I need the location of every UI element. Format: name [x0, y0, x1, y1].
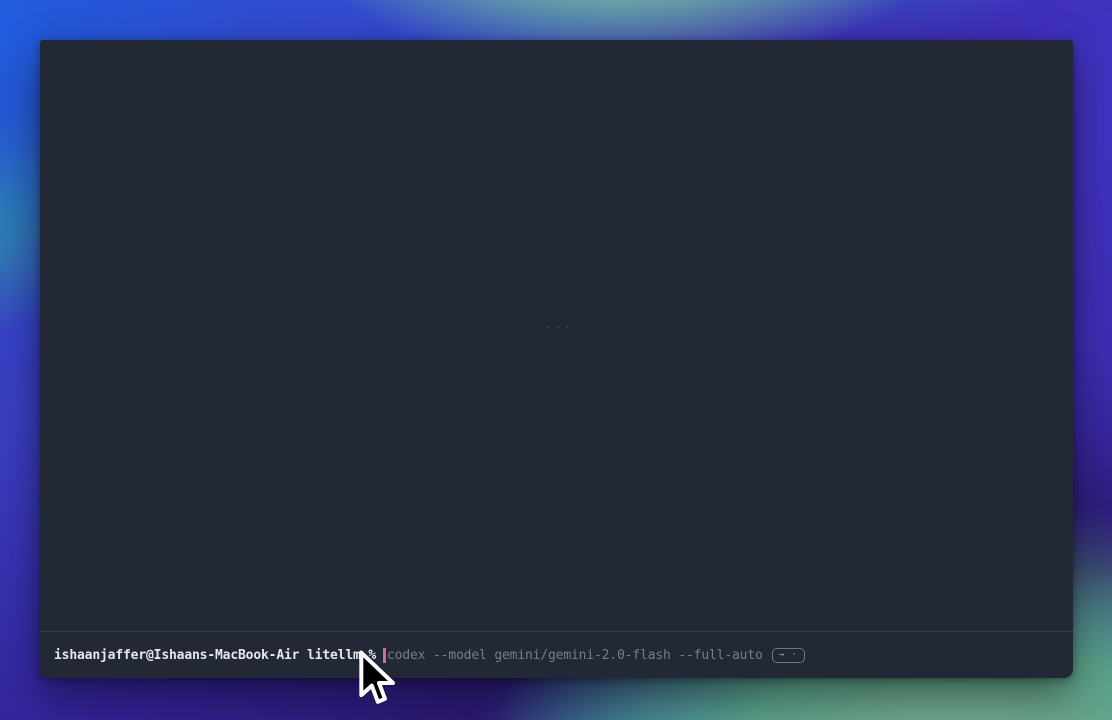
loading-indicator: ··· — [545, 321, 574, 334]
terminal-window[interactable]: ··· ishaanjaffer@Ishaans-MacBook-Air lit… — [40, 40, 1073, 678]
prompt-prefix: ishaanjaffer@Ishaans-MacBook-Air litellm… — [54, 648, 376, 663]
text-cursor — [383, 648, 386, 663]
accept-suggestion-hint-badge: → · — [772, 648, 805, 663]
command-autosuggestion: codex --model gemini/gemini-2.0-flash --… — [387, 648, 763, 663]
terminal-scrollback: ··· — [40, 40, 1073, 632]
terminal-prompt-line[interactable]: ishaanjaffer@Ishaans-MacBook-Air litellm… — [40, 632, 1073, 678]
